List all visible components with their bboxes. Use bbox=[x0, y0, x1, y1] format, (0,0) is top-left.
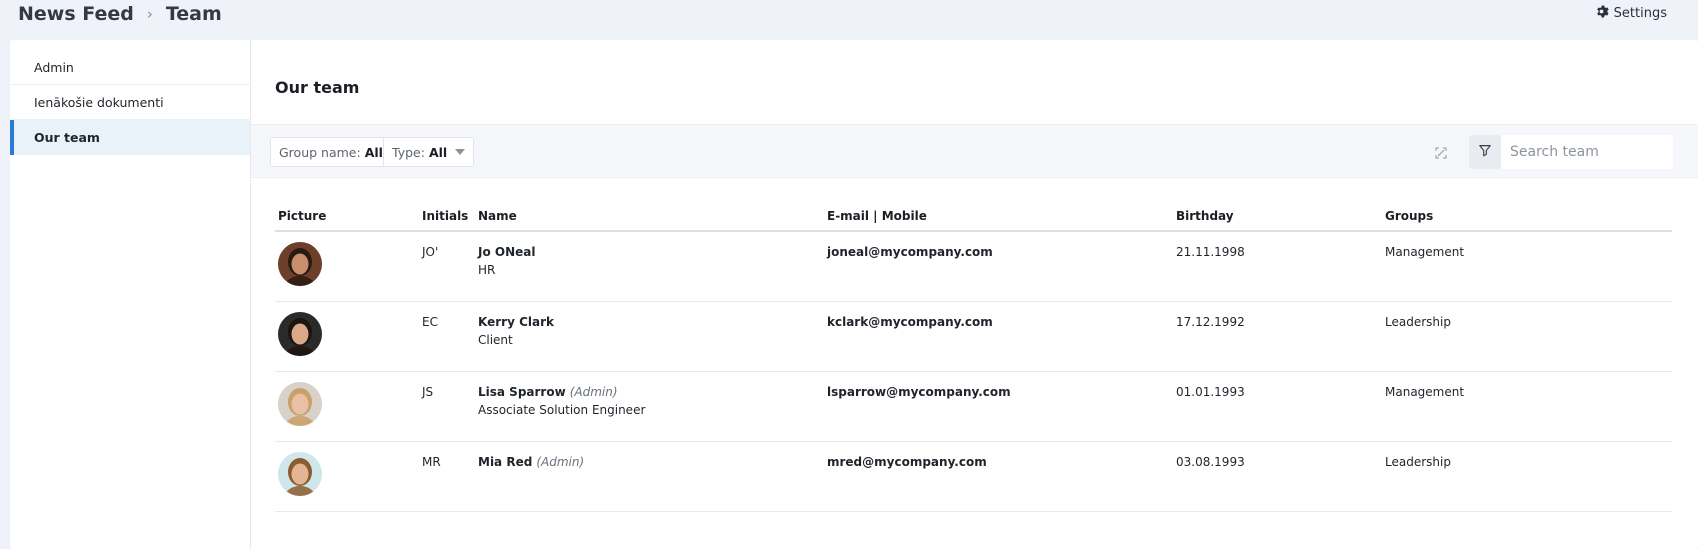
admin-badge: (Admin) bbox=[536, 455, 585, 469]
member-name[interactable]: Mia Red bbox=[478, 455, 532, 469]
breadcrumb: News Feed › Team bbox=[18, 3, 222, 25]
type-dropdown[interactable]: Type: All bbox=[383, 137, 475, 167]
column-initials[interactable]: Initials bbox=[422, 209, 468, 223]
avatar bbox=[278, 242, 322, 286]
column-birthday[interactable]: Birthday bbox=[1176, 209, 1234, 223]
avatar bbox=[278, 382, 322, 426]
table-row[interactable]: JO' Jo ONeal HR joneal@mycompany.com 21.11.1… bbox=[275, 232, 1672, 302]
group-filter-label: Group name: bbox=[279, 144, 361, 160]
avatar bbox=[278, 452, 322, 496]
sidebar-item-incoming-documents[interactable]: Ienākošie dokumenti bbox=[10, 85, 250, 120]
birthday-cell: 03.08.1993 bbox=[1176, 455, 1245, 469]
email-link[interactable]: joneal@mycompany.com bbox=[827, 243, 993, 261]
email-link[interactable]: lsparrow@mycompany.com bbox=[827, 383, 1011, 401]
table-row[interactable]: EC Kerry Clark Client kclark@mycompany.com 1… bbox=[275, 302, 1672, 372]
group-cell: Management bbox=[1385, 385, 1465, 399]
search-input[interactable] bbox=[1501, 135, 1673, 169]
avatar bbox=[278, 312, 322, 356]
email-link[interactable]: kclark@mycompany.com bbox=[827, 313, 993, 331]
group-cell: Management bbox=[1385, 245, 1465, 259]
breadcrumb-separator: › bbox=[146, 5, 153, 23]
admin-badge: (Admin) bbox=[569, 385, 618, 399]
sidebar-item-label: Our team bbox=[34, 130, 100, 145]
member-title: HR bbox=[478, 263, 496, 277]
filter-bar: Group name: All Type: All bbox=[251, 124, 1698, 178]
table-row[interactable]: MR Mia Red (Admin) mred@mycompany.com 03.08.… bbox=[275, 442, 1672, 512]
type-filter-label: Type: bbox=[392, 144, 425, 160]
column-name[interactable]: Name bbox=[478, 209, 517, 223]
sidebar: Admin Ienākošie dokumenti Our team bbox=[10, 40, 251, 549]
table-header: Picture Initials Name E-mail | Mobile Bi… bbox=[275, 204, 1672, 232]
table-row[interactable]: JS Lisa Sparrow (Admin) Associate Solution … bbox=[275, 372, 1672, 442]
group-cell: Leadership bbox=[1385, 315, 1451, 329]
member-name[interactable]: Lisa Sparrow bbox=[478, 385, 566, 399]
initials-cell: JS bbox=[422, 385, 434, 399]
settings-button[interactable]: Settings bbox=[1594, 4, 1667, 23]
expand-icon[interactable] bbox=[1431, 143, 1451, 163]
table-body: JO' Jo ONeal HR joneal@mycompany.com 21.11.1… bbox=[275, 232, 1672, 512]
group-filter-value: All bbox=[364, 144, 383, 160]
filter-button[interactable] bbox=[1469, 135, 1501, 169]
member-name[interactable]: Kerry Clark bbox=[478, 315, 554, 329]
initials-cell: MR bbox=[422, 455, 441, 469]
birthday-cell: 17.12.1992 bbox=[1176, 315, 1245, 329]
column-picture[interactable]: Picture bbox=[278, 209, 326, 223]
funnel-icon bbox=[1478, 143, 1492, 162]
email-link[interactable]: mred@mycompany.com bbox=[827, 453, 987, 471]
sidebar-item-admin[interactable]: Admin bbox=[10, 50, 250, 85]
caret-down-icon bbox=[455, 149, 466, 155]
main-panel: Our team Group name: All Type: All Searc… bbox=[251, 40, 1698, 549]
name-cell: Mia Red (Admin) bbox=[478, 453, 584, 471]
initials-cell: JO' bbox=[422, 245, 439, 259]
group-cell: Leadership bbox=[1385, 455, 1451, 469]
sidebar-item-label: Admin bbox=[34, 59, 74, 75]
member-title: Client bbox=[478, 333, 513, 347]
breadcrumb-current: Team bbox=[165, 3, 222, 25]
type-filter-value: All bbox=[428, 144, 448, 160]
team-table: Picture Initials Name E-mail | Mobile Bi… bbox=[275, 204, 1672, 512]
column-groups[interactable]: Groups bbox=[1385, 209, 1433, 223]
sidebar-item-our-team[interactable]: Our team bbox=[10, 120, 250, 155]
sidebar-item-label: Ienākošie dokumenti bbox=[34, 94, 164, 110]
name-cell: Lisa Sparrow (Admin) Associate Solution En… bbox=[478, 383, 645, 419]
member-name[interactable]: Jo ONeal bbox=[478, 245, 535, 259]
content-card: Admin Ienākošie dokumenti Our team Our t… bbox=[10, 40, 1698, 549]
settings-label: Settings bbox=[1613, 6, 1667, 21]
birthday-cell: 21.11.1998 bbox=[1176, 245, 1245, 259]
page-title: Our team bbox=[275, 78, 360, 97]
name-cell: Kerry Clark Client bbox=[478, 313, 558, 349]
column-email[interactable]: E-mail | Mobile bbox=[827, 209, 927, 223]
gear-icon bbox=[1594, 4, 1609, 23]
top-bar: News Feed › Team Settings bbox=[0, 0, 1698, 32]
name-cell: Jo ONeal HR bbox=[478, 243, 539, 279]
birthday-cell: 01.01.1993 bbox=[1176, 385, 1245, 399]
initials-cell: EC bbox=[422, 315, 438, 329]
member-title: Associate Solution Engineer bbox=[478, 403, 646, 417]
breadcrumb-news-feed[interactable]: News Feed bbox=[18, 3, 134, 25]
